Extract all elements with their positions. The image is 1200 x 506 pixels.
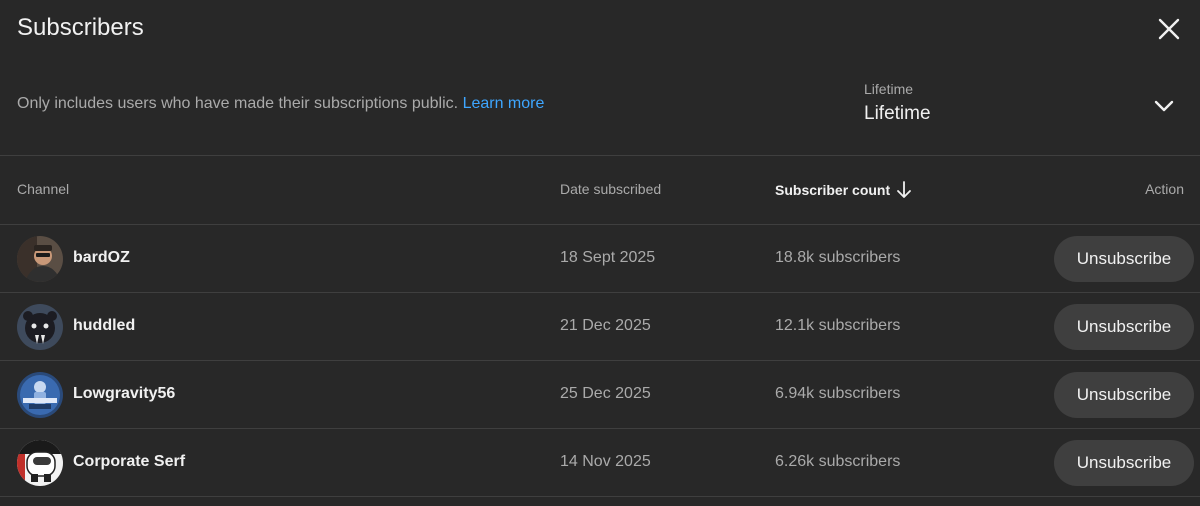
subscribed-date: 21 Dec 2025	[560, 317, 651, 334]
channel-name[interactable]: bardOZ	[73, 249, 130, 267]
channel-name[interactable]: Lowgravity56	[73, 385, 175, 403]
subscriber-count: 6.94k subscribers	[775, 385, 901, 402]
avatar[interactable]	[17, 440, 63, 486]
period-dropdown-label: Lifetime	[864, 81, 914, 97]
channel-name[interactable]: huddled	[73, 317, 135, 335]
table-row: Lowgravity56 25 Dec 2025 6.94k subscribe…	[0, 361, 1200, 429]
divider	[0, 496, 1200, 497]
unsubscribe-button[interactable]: Unsubscribe	[1054, 236, 1194, 282]
column-header-subscriber-count[interactable]: Subscriber count	[775, 181, 912, 199]
column-header-action: Action	[1145, 181, 1184, 197]
close-button[interactable]	[1152, 12, 1186, 46]
period-dropdown-value: Lifetime	[864, 103, 931, 124]
learn-more-link[interactable]: Learn more	[463, 95, 545, 112]
subscriber-count: 6.26k subscribers	[775, 453, 901, 470]
divider	[0, 155, 1200, 156]
arrow-down-icon	[897, 181, 912, 198]
avatar[interactable]	[17, 304, 63, 350]
period-dropdown[interactable]: Lifetime Lifetime	[864, 78, 1184, 130]
unsubscribe-button[interactable]: Unsubscribe	[1054, 440, 1194, 486]
table-row: Corporate Serf 14 Nov 2025 6.26k subscri…	[0, 429, 1200, 497]
column-header-subscriber-count-label: Subscriber count	[775, 182, 891, 198]
table-row: huddled 21 Dec 2025 12.1k subscribers Un…	[0, 293, 1200, 361]
avatar[interactable]	[17, 372, 63, 418]
subscribed-date: 18 Sept 2025	[560, 249, 656, 266]
subscribers-dialog: Subscribers Only includes users who have…	[0, 0, 1200, 506]
subscribed-date: 25 Dec 2025	[560, 385, 651, 402]
public-subscriptions-notice: Only includes users who have made their …	[17, 95, 544, 113]
table-row: bardOZ 18 Sept 2025 18.8k subscribers Un…	[0, 225, 1200, 293]
unsubscribe-button[interactable]: Unsubscribe	[1054, 304, 1194, 350]
chevron-down-icon	[1154, 100, 1174, 112]
avatar[interactable]	[17, 236, 63, 282]
unsubscribe-button[interactable]: Unsubscribe	[1054, 372, 1194, 418]
subscriber-count: 18.8k subscribers	[775, 249, 901, 266]
close-icon	[1158, 18, 1180, 40]
dialog-title: Subscribers	[17, 14, 144, 41]
subscriber-count: 12.1k subscribers	[775, 317, 901, 334]
subscribed-date: 14 Nov 2025	[560, 453, 651, 470]
notice-text: Only includes users who have made their …	[17, 95, 459, 112]
channel-name[interactable]: Corporate Serf	[73, 453, 185, 471]
column-header-date[interactable]: Date subscribed	[560, 181, 661, 197]
column-header-channel: Channel	[17, 181, 70, 197]
